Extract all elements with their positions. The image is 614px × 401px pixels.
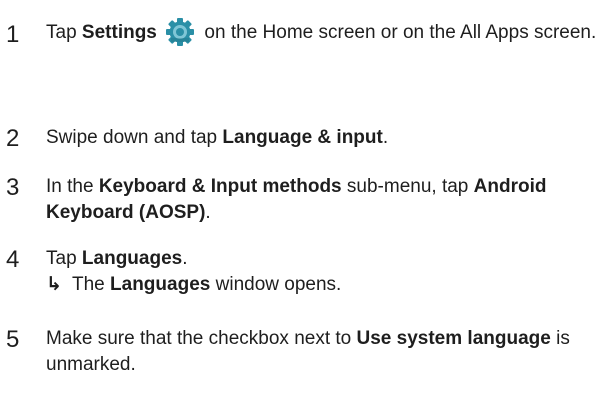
step-result: ↳ The Languages window opens. [46, 272, 606, 298]
step-text-part: Tap [46, 248, 82, 269]
step-text-part: In the [46, 176, 99, 197]
step-text-part: Swipe down and tap [46, 127, 223, 148]
result-arrow-icon: ↳ [46, 274, 62, 295]
step-text: Tap Settings on the Home screen or on th… [46, 18, 606, 46]
step-text-part: Make sure that the checkbox next to [46, 328, 357, 349]
step-keyword: Language & input [222, 127, 383, 148]
step-keyword: Languages [110, 274, 211, 295]
step-text: In the Keyboard & Input methods sub-menu… [46, 174, 606, 226]
step-keyword: Keyboard & Input methods [98, 176, 342, 197]
step-number: 2 [6, 125, 20, 152]
step-text-part: sub-menu, tap [341, 176, 474, 197]
step-text-part: Tap [46, 22, 82, 43]
step-text: Tap Languages. ↳ The Languages window ope… [46, 246, 606, 298]
step-keyword: Use system language [356, 328, 551, 349]
step-number: 5 [6, 326, 20, 353]
step-text: Swipe down and tap Language & input. [46, 125, 606, 151]
step-number: 1 [6, 21, 20, 48]
step-text-part: on the Home screen or on the All Apps sc… [199, 22, 597, 43]
step-number: 3 [6, 174, 20, 201]
step-text-part: The [72, 274, 111, 295]
step-text-part: window opens. [210, 274, 342, 295]
step-text-part: . [182, 248, 188, 269]
step-keyword: Languages [81, 248, 183, 269]
step-text: Make sure that the checkbox next to Use … [46, 326, 606, 378]
settings-gear-icon [164, 18, 196, 46]
step-number: 4 [6, 246, 20, 273]
instruction-steps: 1 Tap Settings on the Home screen or on … [0, 0, 614, 401]
step-keyword: Settings [81, 22, 157, 43]
step-text-part: . [205, 202, 211, 223]
step-text-part: . [382, 127, 389, 148]
